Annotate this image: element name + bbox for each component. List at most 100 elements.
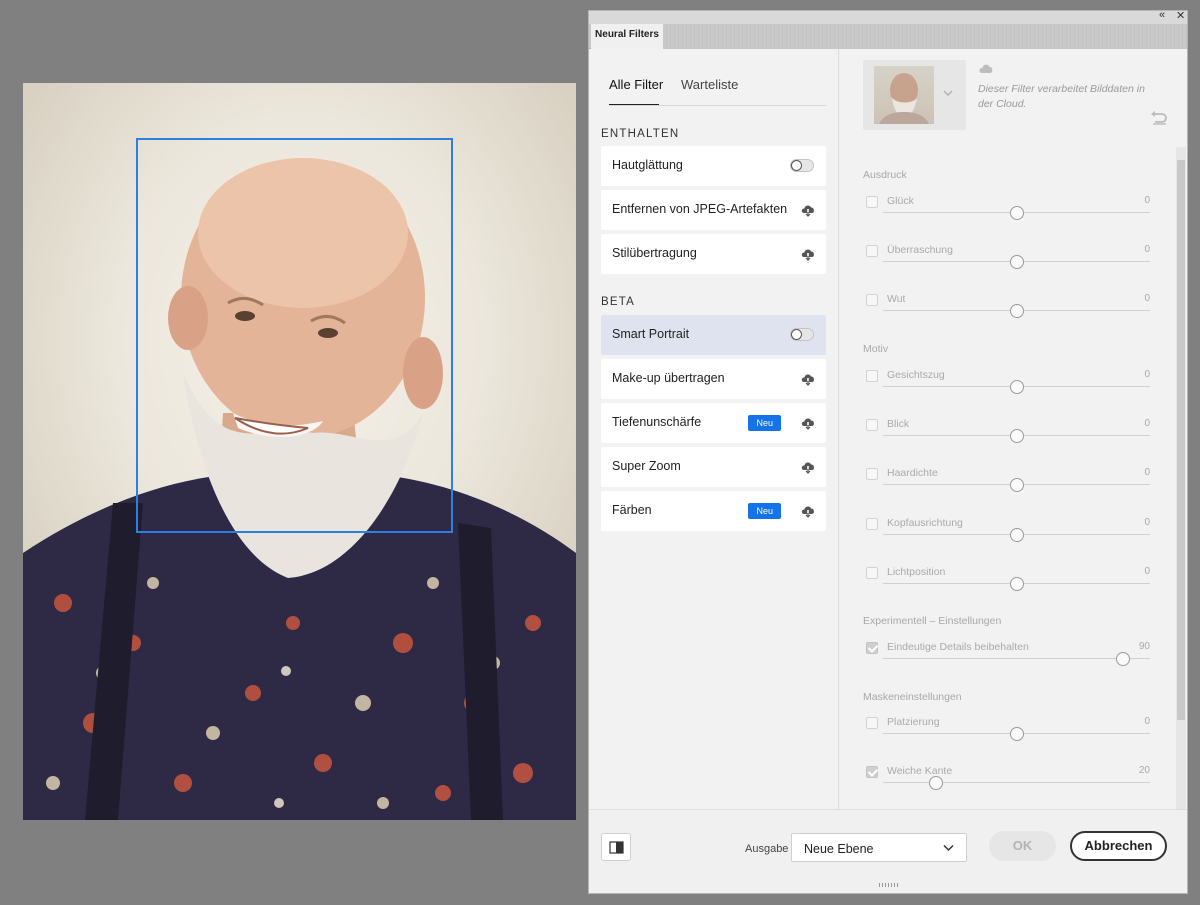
slider-handle[interactable] — [1009, 206, 1024, 220]
collapse-icon[interactable]: « — [1159, 9, 1165, 21]
filter-label: Entfernen von JPEG-Artefakten — [612, 202, 788, 216]
slider-handle[interactable] — [1009, 255, 1024, 269]
slider-track[interactable] — [883, 658, 1150, 659]
cloud-processing-note: Dieser Filter verarbeitet Bilddaten in d… — [978, 83, 1145, 110]
cancel-button[interactable]: Abbrechen — [1070, 831, 1167, 861]
cloud-download-icon[interactable] — [800, 372, 816, 386]
slider-handle[interactable] — [1009, 380, 1024, 394]
slider-label: Weiche Kante — [887, 765, 953, 777]
scrollbar-thumb[interactable] — [1177, 160, 1185, 720]
settings-scrollbar[interactable] — [1176, 147, 1186, 809]
slider-enable-checkbox[interactable] — [866, 294, 878, 306]
slider-value: 0 — [1144, 566, 1150, 577]
tab-all-filters[interactable]: Alle Filter — [609, 77, 663, 92]
tab-waitlist[interactable]: Warteliste — [681, 77, 738, 92]
filter-label: Tiefenunschärfe — [612, 415, 702, 429]
slider-enable-checkbox[interactable] — [866, 419, 878, 431]
tab-neural-filters[interactable]: Neural Filters — [591, 24, 663, 49]
filter-item-jpeg-artifacts[interactable]: Entfernen von JPEG-Artefakten — [601, 190, 826, 230]
slider-handle[interactable] — [1116, 652, 1131, 666]
slider-label: Gesichtszug — [887, 369, 945, 381]
slider-handle[interactable] — [1009, 304, 1024, 318]
preview-thumbnail-dropdown[interactable] — [863, 60, 966, 130]
filter-label: Smart Portrait — [612, 327, 690, 341]
slider-value: 0 — [1144, 195, 1150, 206]
slider-row-experimental: Eindeutige Details beibehalten 90 — [863, 641, 1153, 682]
slider-handle[interactable] — [929, 776, 944, 790]
panel-tabstrip: Neural Filters — [589, 24, 1187, 49]
slider-handle[interactable] — [1009, 429, 1024, 443]
output-label: Ausgabe — [745, 843, 789, 855]
slider-label: Wut — [887, 293, 906, 305]
cloud-icon — [979, 64, 993, 73]
slider-enable-checkbox[interactable] — [866, 245, 878, 257]
slider-enable-checkbox[interactable] — [866, 196, 878, 208]
before-after-toggle-button[interactable] — [601, 833, 631, 861]
split-view-icon — [609, 841, 624, 854]
slider-row-expression: Wut 0 — [863, 293, 1153, 334]
filter-item-colorize[interactable]: Färben Neu — [601, 491, 826, 531]
filter-item-depth-blur[interactable]: Tiefenunschärfe Neu — [601, 403, 826, 443]
filter-toggle[interactable] — [790, 328, 814, 341]
slider-value: 0 — [1144, 467, 1150, 478]
slider-label: Kopfausrichtung — [887, 517, 963, 529]
reset-icon[interactable] — [1150, 111, 1168, 125]
cloud-download-icon[interactable] — [800, 416, 816, 430]
document-canvas-photo[interactable] — [23, 83, 576, 820]
slider-label: Lichtposition — [887, 566, 946, 578]
slider-value: 90 — [1138, 641, 1150, 652]
slider-row-motif: Lichtposition 0 — [863, 566, 1153, 607]
filter-label: Super Zoom — [612, 459, 681, 473]
tab-divider — [609, 105, 826, 106]
slider-enable-checkbox[interactable] — [866, 370, 878, 382]
slider-row-expression: Glück 0 — [863, 195, 1153, 236]
new-badge: Neu — [748, 503, 781, 519]
slider-handle[interactable] — [1009, 727, 1024, 741]
preview-thumbnail — [874, 66, 934, 124]
slider-value: 0 — [1144, 244, 1150, 255]
slider-enable-checkbox[interactable] — [866, 642, 878, 654]
filter-item-smart-portrait[interactable]: Smart Portrait — [601, 315, 826, 355]
group-expression-heading: Ausdruck — [863, 169, 907, 181]
cloud-download-icon[interactable] — [800, 203, 816, 217]
cloud-download-icon[interactable] — [800, 247, 816, 261]
neural-filters-panel: « ✕ Neural Filters Alle Filter Wartelist… — [588, 9, 1188, 894]
output-select[interactable]: Neue Ebene — [791, 833, 967, 862]
slider-enable-checkbox[interactable] — [866, 518, 878, 530]
slider-label: Blick — [887, 418, 910, 430]
slider-enable-checkbox[interactable] — [866, 468, 878, 480]
slider-row-mask: Platzierung 0 — [863, 716, 1153, 757]
slider-label: Haardichte — [887, 467, 938, 479]
filter-item-makeup-transfer[interactable]: Make-up übertragen — [601, 359, 826, 399]
cloud-download-icon[interactable] — [800, 460, 816, 474]
panel-footer: Ausgabe Neue Ebene OK Abbrechen — [589, 809, 1187, 885]
slider-handle[interactable] — [1009, 577, 1024, 591]
slider-row-motif: Haardichte 0 — [863, 467, 1153, 508]
filter-label: Stilübertragung — [612, 246, 697, 260]
slider-enable-checkbox[interactable] — [866, 567, 878, 579]
filter-item-super-zoom[interactable]: Super Zoom — [601, 447, 826, 487]
slider-label: Eindeutige Details beibehalten — [887, 641, 1029, 653]
filter-item-skin-smoothing[interactable]: Hautglättung — [601, 146, 826, 186]
slider-handle[interactable] — [1009, 478, 1024, 492]
filter-label: Färben — [612, 503, 652, 517]
resize-grip[interactable] — [879, 883, 899, 887]
slider-value: 0 — [1144, 369, 1150, 380]
filter-toggle[interactable] — [790, 159, 814, 172]
group-experimental-heading: Experimentell – Einstellungen — [863, 615, 1002, 627]
cloud-download-icon[interactable] — [800, 504, 816, 518]
slider-enable-checkbox[interactable] — [866, 766, 878, 778]
slider-track[interactable] — [883, 782, 1150, 783]
chevron-down-icon — [943, 844, 954, 852]
filter-label: Hautglättung — [612, 158, 683, 172]
close-icon[interactable]: ✕ — [1176, 9, 1185, 22]
panel-titlebar: « ✕ — [589, 9, 1187, 24]
slider-handle[interactable] — [1009, 528, 1024, 542]
slider-enable-checkbox[interactable] — [866, 717, 878, 729]
filter-item-style-transfer[interactable]: Stilübertragung — [601, 234, 826, 274]
slider-value: 0 — [1144, 418, 1150, 429]
ok-button[interactable]: OK — [989, 831, 1056, 861]
slider-row-motif: Gesichtszug 0 — [863, 369, 1153, 410]
tabstrip-filler — [663, 24, 1187, 49]
slider-row-mask: Weiche Kante 20 — [863, 765, 1153, 806]
